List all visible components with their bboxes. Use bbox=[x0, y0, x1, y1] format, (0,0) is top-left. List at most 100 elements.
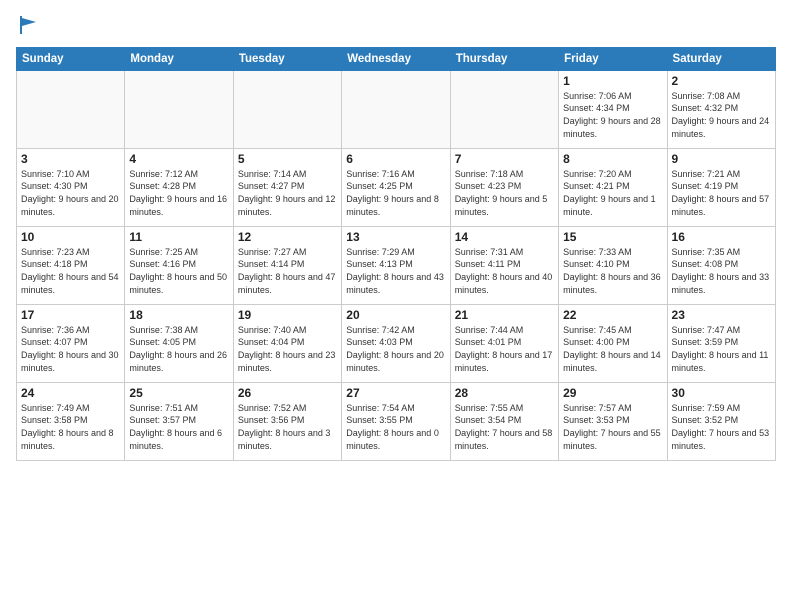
calendar-cell: 17 Sunrise: 7:36 AM Sunset: 4:07 PM Dayli… bbox=[17, 304, 125, 382]
day-number: 4 bbox=[129, 152, 228, 166]
day-info: Sunrise: 7:51 AM Sunset: 3:57 PM Dayligh… bbox=[129, 402, 228, 452]
calendar-cell: 13Sunrise: 7:29 AM Sunset: 4:13 PM Dayli… bbox=[342, 226, 450, 304]
weekday-header-saturday: Saturday bbox=[667, 47, 775, 70]
day-info: Sunrise: 7:57 AM Sunset: 3:53 PM Dayligh… bbox=[563, 402, 662, 452]
calendar-cell: 18Sunrise: 7:38 AM Sunset: 4:05 PM Dayli… bbox=[125, 304, 233, 382]
weekday-header-thursday: Thursday bbox=[450, 47, 558, 70]
calendar-cell: 25 Sunrise: 7:51 AM Sunset: 3:57 PM Dayli… bbox=[125, 382, 233, 460]
weekday-header-sunday: Sunday bbox=[17, 47, 125, 70]
day-number: 19 bbox=[238, 308, 337, 322]
day-info: Sunrise: 7:14 AM Sunset: 4:27 PM Dayligh… bbox=[238, 168, 337, 218]
day-number: 11 bbox=[129, 230, 228, 244]
header bbox=[16, 10, 776, 41]
day-number: 6 bbox=[346, 152, 445, 166]
calendar-cell: 27 Sunrise: 7:54 AM Sunset: 3:55 PM Dayli… bbox=[342, 382, 450, 460]
day-number: 15 bbox=[563, 230, 662, 244]
day-number: 17 bbox=[21, 308, 120, 322]
day-info: Sunrise: 7:12 AM Sunset: 4:28 PM Dayligh… bbox=[129, 168, 228, 218]
day-info: Sunrise: 7:21 AM Sunset: 4:19 PM Dayligh… bbox=[672, 168, 771, 218]
calendar-cell bbox=[233, 70, 341, 148]
day-number: 23 bbox=[672, 308, 771, 322]
day-number: 22 bbox=[563, 308, 662, 322]
calendar-table: SundayMondayTuesdayWednesdayThursdayFrid… bbox=[16, 47, 776, 461]
day-info: Sunrise: 7:44 AM Sunset: 4:01 PM Dayligh… bbox=[455, 324, 554, 374]
calendar-cell: 30 Sunrise: 7:59 AM Sunset: 3:52 PM Dayli… bbox=[667, 382, 775, 460]
day-info: Sunrise: 7:54 AM Sunset: 3:55 PM Dayligh… bbox=[346, 402, 445, 452]
day-number: 25 bbox=[129, 386, 228, 400]
calendar-cell: 9 Sunrise: 7:21 AM Sunset: 4:19 PM Daylig… bbox=[667, 148, 775, 226]
day-number: 20 bbox=[346, 308, 445, 322]
calendar-cell: 5 Sunrise: 7:14 AM Sunset: 4:27 PM Daylig… bbox=[233, 148, 341, 226]
calendar-cell: 14 Sunrise: 7:31 AM Sunset: 4:11 PM Dayli… bbox=[450, 226, 558, 304]
day-number: 1 bbox=[563, 74, 662, 88]
day-info: Sunrise: 7:18 AM Sunset: 4:23 PM Dayligh… bbox=[455, 168, 554, 218]
day-info: Sunrise: 7:55 AM Sunset: 3:54 PM Dayligh… bbox=[455, 402, 554, 452]
day-number: 30 bbox=[672, 386, 771, 400]
week-row-3: 10 Sunrise: 7:23 AM Sunset: 4:18 PM Dayli… bbox=[17, 226, 776, 304]
day-info: Sunrise: 7:40 AM Sunset: 4:04 PM Dayligh… bbox=[238, 324, 337, 374]
weekday-header-wednesday: Wednesday bbox=[342, 47, 450, 70]
day-number: 26 bbox=[238, 386, 337, 400]
day-number: 13 bbox=[346, 230, 445, 244]
day-info: Sunrise: 7:31 AM Sunset: 4:11 PM Dayligh… bbox=[455, 246, 554, 296]
week-row-4: 17 Sunrise: 7:36 AM Sunset: 4:07 PM Dayli… bbox=[17, 304, 776, 382]
page: SundayMondayTuesdayWednesdayThursdayFrid… bbox=[0, 0, 792, 612]
day-info: Sunrise: 7:59 AM Sunset: 3:52 PM Dayligh… bbox=[672, 402, 771, 452]
day-info: Sunrise: 7:10 AM Sunset: 4:30 PM Dayligh… bbox=[21, 168, 120, 218]
day-number: 9 bbox=[672, 152, 771, 166]
day-number: 27 bbox=[346, 386, 445, 400]
calendar-cell: 26 Sunrise: 7:52 AM Sunset: 3:56 PM Dayli… bbox=[233, 382, 341, 460]
day-number: 5 bbox=[238, 152, 337, 166]
day-info: Sunrise: 7:45 AM Sunset: 4:00 PM Dayligh… bbox=[563, 324, 662, 374]
weekday-header-tuesday: Tuesday bbox=[233, 47, 341, 70]
day-number: 21 bbox=[455, 308, 554, 322]
day-info: Sunrise: 7:49 AM Sunset: 3:58 PM Dayligh… bbox=[21, 402, 120, 452]
day-number: 24 bbox=[21, 386, 120, 400]
day-info: Sunrise: 7:27 AM Sunset: 4:14 PM Dayligh… bbox=[238, 246, 337, 296]
calendar-cell: 7 Sunrise: 7:18 AM Sunset: 4:23 PM Daylig… bbox=[450, 148, 558, 226]
day-info: Sunrise: 7:08 AM Sunset: 4:32 PM Dayligh… bbox=[672, 90, 771, 140]
calendar-cell: 23Sunrise: 7:47 AM Sunset: 3:59 PM Dayli… bbox=[667, 304, 775, 382]
calendar-cell: 22 Sunrise: 7:45 AM Sunset: 4:00 PM Dayli… bbox=[559, 304, 667, 382]
calendar-cell: 11 Sunrise: 7:25 AM Sunset: 4:16 PM Dayli… bbox=[125, 226, 233, 304]
week-row-5: 24 Sunrise: 7:49 AM Sunset: 3:58 PM Dayli… bbox=[17, 382, 776, 460]
day-info: Sunrise: 7:20 AM Sunset: 4:21 PM Dayligh… bbox=[563, 168, 662, 218]
calendar-cell: 15 Sunrise: 7:33 AM Sunset: 4:10 PM Dayli… bbox=[559, 226, 667, 304]
calendar-cell: 12Sunrise: 7:27 AM Sunset: 4:14 PM Dayli… bbox=[233, 226, 341, 304]
calendar-cell: 28 Sunrise: 7:55 AM Sunset: 3:54 PM Dayli… bbox=[450, 382, 558, 460]
day-info: Sunrise: 7:16 AM Sunset: 4:25 PM Dayligh… bbox=[346, 168, 445, 218]
calendar-cell: 6 Sunrise: 7:16 AM Sunset: 4:25 PM Daylig… bbox=[342, 148, 450, 226]
day-info: Sunrise: 7:52 AM Sunset: 3:56 PM Dayligh… bbox=[238, 402, 337, 452]
day-number: 16 bbox=[672, 230, 771, 244]
day-info: Sunrise: 7:06 AM Sunset: 4:34 PM Dayligh… bbox=[563, 90, 662, 140]
logo bbox=[16, 14, 40, 41]
weekday-header-friday: Friday bbox=[559, 47, 667, 70]
day-info: Sunrise: 7:35 AM Sunset: 4:08 PM Dayligh… bbox=[672, 246, 771, 296]
logo-flag-icon bbox=[18, 14, 40, 36]
calendar-header-row: SundayMondayTuesdayWednesdayThursdayFrid… bbox=[17, 47, 776, 70]
day-number: 29 bbox=[563, 386, 662, 400]
day-info: Sunrise: 7:42 AM Sunset: 4:03 PM Dayligh… bbox=[346, 324, 445, 374]
calendar-cell: 2Sunrise: 7:08 AM Sunset: 4:32 PM Daylig… bbox=[667, 70, 775, 148]
day-number: 8 bbox=[563, 152, 662, 166]
day-number: 10 bbox=[21, 230, 120, 244]
calendar-cell: 21 Sunrise: 7:44 AM Sunset: 4:01 PM Dayli… bbox=[450, 304, 558, 382]
day-number: 14 bbox=[455, 230, 554, 244]
calendar-cell: 20 Sunrise: 7:42 AM Sunset: 4:03 PM Dayli… bbox=[342, 304, 450, 382]
calendar-cell: 29 Sunrise: 7:57 AM Sunset: 3:53 PM Dayli… bbox=[559, 382, 667, 460]
day-info: Sunrise: 7:38 AM Sunset: 4:05 PM Dayligh… bbox=[129, 324, 228, 374]
day-number: 7 bbox=[455, 152, 554, 166]
calendar-cell bbox=[450, 70, 558, 148]
calendar-cell: 10 Sunrise: 7:23 AM Sunset: 4:18 PM Dayli… bbox=[17, 226, 125, 304]
day-info: Sunrise: 7:33 AM Sunset: 4:10 PM Dayligh… bbox=[563, 246, 662, 296]
day-number: 28 bbox=[455, 386, 554, 400]
day-info: Sunrise: 7:25 AM Sunset: 4:16 PM Dayligh… bbox=[129, 246, 228, 296]
weekday-header-monday: Monday bbox=[125, 47, 233, 70]
day-number: 3 bbox=[21, 152, 120, 166]
calendar-cell: 1 Sunrise: 7:06 AM Sunset: 4:34 PM Daylig… bbox=[559, 70, 667, 148]
week-row-2: 3 Sunrise: 7:10 AM Sunset: 4:30 PM Daylig… bbox=[17, 148, 776, 226]
calendar-cell: 3 Sunrise: 7:10 AM Sunset: 4:30 PM Daylig… bbox=[17, 148, 125, 226]
day-info: Sunrise: 7:23 AM Sunset: 4:18 PM Dayligh… bbox=[21, 246, 120, 296]
calendar-cell: 19 Sunrise: 7:40 AM Sunset: 4:04 PM Dayli… bbox=[233, 304, 341, 382]
day-info: Sunrise: 7:36 AM Sunset: 4:07 PM Dayligh… bbox=[21, 324, 120, 374]
